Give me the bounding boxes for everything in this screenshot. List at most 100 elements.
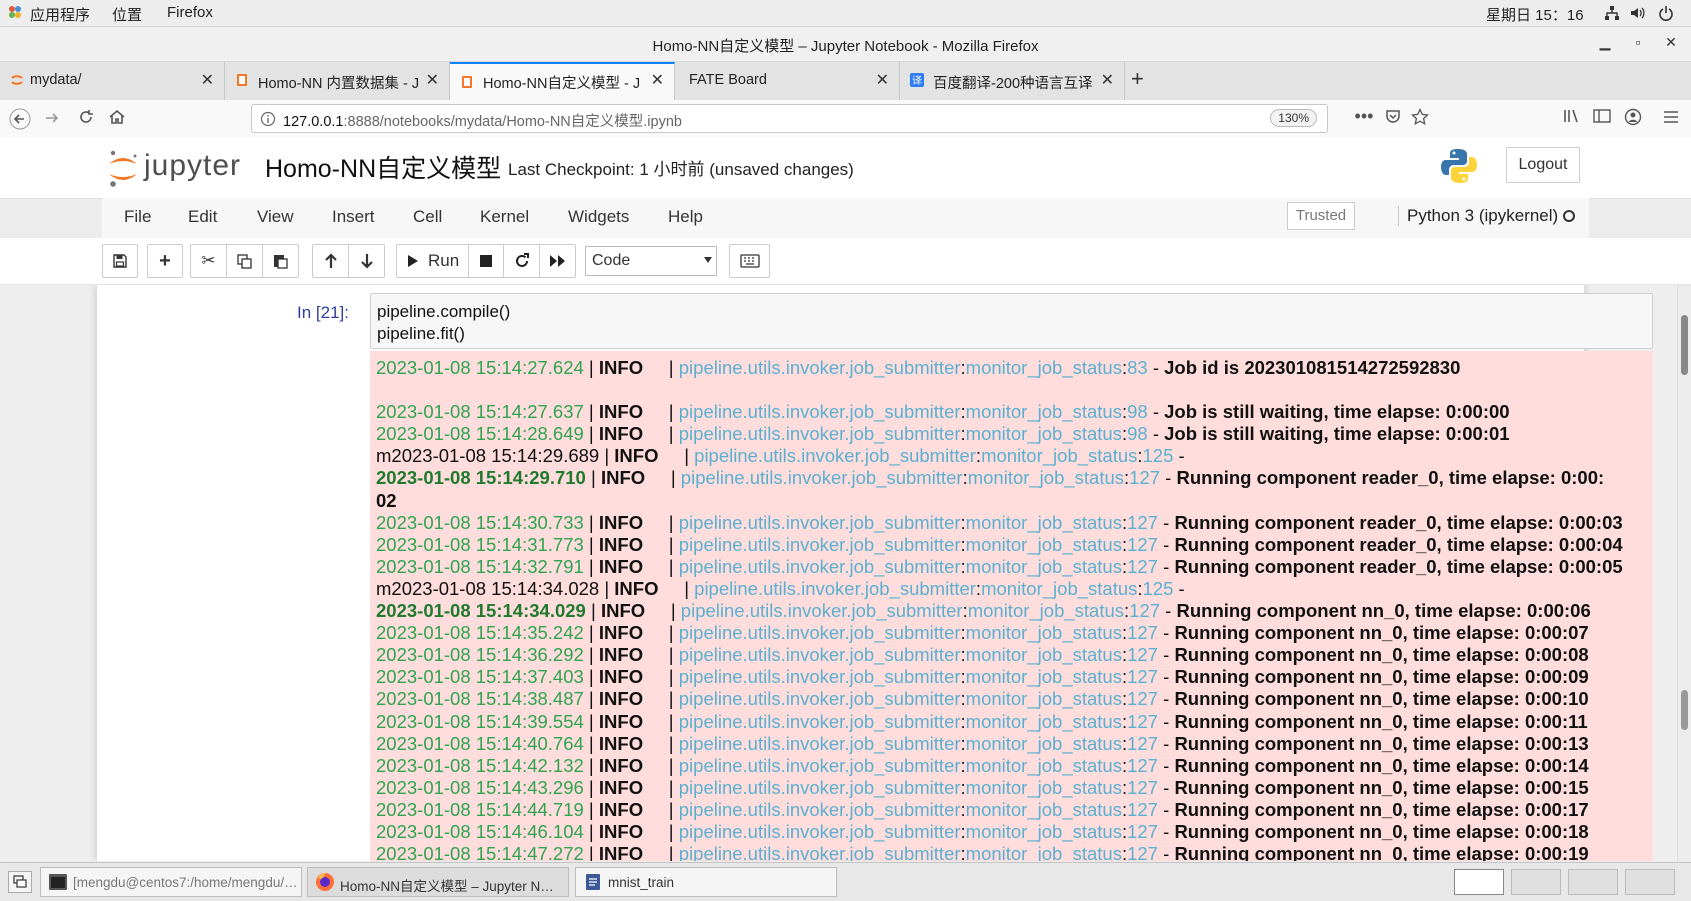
menu-help[interactable]: Help [668,207,703,227]
close-window-icon[interactable]: ✕ [1661,34,1681,54]
home-icon[interactable] [105,108,129,132]
menu-widgets[interactable]: Widgets [568,207,629,227]
log-module: pipeline.utils.invoker.job_submitter [678,555,961,577]
log-line-number: 83 [1127,357,1148,378]
log-function: monitor_job_status [965,622,1122,644]
page-actions-icon[interactable]: ••• [1352,106,1376,127]
insert-cell-button[interactable]: + [147,244,183,278]
tab-homo-nn-dataset[interactable]: Homo-NN 内置数据集 - J ✕ [225,62,450,100]
tab-baidu-translate[interactable]: 译 百度翻译-200种语言互译 ✕ [900,62,1125,100]
plus-icon: + [159,250,171,272]
cut-button[interactable]: ✂ [190,244,227,278]
page-scrollbar[interactable] [1677,285,1691,861]
close-tab-icon[interactable]: ✕ [201,70,214,90]
window-title: Homo-NN自定义模型 – Jupyter Notebook - Mozill… [652,38,1039,55]
menu-file[interactable]: File [124,207,151,227]
run-button[interactable]: Run [396,244,469,278]
tab-fate-board[interactable]: FATE Board ✕ [675,62,900,100]
log-timestamp: 2023-01-08 15:14:39.554 [376,710,584,732]
log-line-number: 127 [1127,666,1158,688]
pocket-icon[interactable] [1381,108,1405,130]
log-separator: | [658,445,695,467]
log-function: monitor_job_status [981,445,1138,467]
code-cell-input[interactable]: pipeline.compile() pipeline.fit() [370,293,1653,349]
log-message: Running component nn_0, time elapse: 0:0… [1174,821,1589,842]
network-icon[interactable] [1604,5,1620,25]
save-button[interactable] [102,244,138,278]
menu-kernel[interactable]: Kernel [480,207,529,227]
tab-homo-nn-custom-model[interactable]: Homo-NN自定义模型 - J ✕ [450,62,675,100]
menu-cell[interactable]: Cell [413,207,442,227]
back-icon[interactable] [8,108,32,136]
taskbar-firefox[interactable]: Homo-NN自定义模型 – Jupyter N… [307,867,569,897]
log-level: INFO [598,511,644,533]
workspace-2[interactable] [1511,869,1561,895]
apps-menu[interactable]: 应用程序 [30,4,90,25]
log-timestamp: 2023-01-08 15:14:28.649 [376,423,584,445]
bookmark-star-icon[interactable] [1408,107,1432,132]
notebook-name[interactable]: Homo-NN自定义模型 [265,149,501,185]
command-palette-button[interactable] [729,244,770,278]
workspace-3[interactable] [1568,869,1618,895]
zoom-level-button[interactable]: 130% [1270,109,1317,127]
url-text[interactable]: 127.0.0.1:8888/notebooks/mydata/Homo-NN自… [283,110,682,131]
log-separator: | [643,511,679,533]
cell-type-select[interactable]: Code [585,246,717,276]
hamburger-menu-icon[interactable] [1659,108,1683,130]
menu-view[interactable]: View [257,207,294,227]
interrupt-button[interactable] [468,244,504,278]
log-line-number: 98 [1127,423,1148,445]
log-module: pipeline.utils.invoker.job_submitter [678,511,961,533]
taskbar-text-editor[interactable]: mnist_train [575,867,837,897]
logout-button[interactable]: Logout [1506,147,1580,183]
restart-button[interactable] [503,244,540,278]
log-timestamp: 2023-01-08 15:14:47.272 [376,843,584,861]
sidebar-icon[interactable] [1590,108,1614,130]
menu-edit[interactable]: Edit [188,207,217,227]
close-tab-icon[interactable]: ✕ [651,70,664,90]
move-down-button[interactable] [348,244,385,278]
reload-icon[interactable] [74,108,98,132]
new-tab-icon[interactable]: + [1131,66,1144,92]
power-icon[interactable] [1658,5,1674,25]
log-separator: | [583,401,599,423]
log-message: Job id is 202301081514272592830 [1164,357,1461,378]
workspace-4[interactable] [1625,869,1675,895]
log-module: pipeline.utils.invoker.job_submitter [678,666,961,688]
copy-button[interactable] [226,244,263,278]
restart-run-all-button[interactable] [539,244,576,278]
account-icon[interactable] [1621,108,1645,132]
log-module: pipeline.utils.invoker.job_submitter [678,622,961,644]
output-scrollbar-thumb[interactable] [1681,690,1688,730]
minimize-icon[interactable]: ▁ [1595,34,1615,54]
log-timestamp: 2023-01-08 15:14:37.403 [376,666,584,688]
maximize-icon[interactable]: ▫ [1628,34,1648,54]
url-bar[interactable]: 127.0.0.1:8888/notebooks/mydata/Homo-NN自… [251,104,1328,133]
tab-bar: mydata/ ✕ Homo-NN 内置数据集 - J ✕ Homo-NN自定义… [0,62,1691,101]
library-icon[interactable] [1560,108,1584,130]
kernel-name[interactable]: Python 3 (ipykernel) [1398,206,1558,226]
close-tab-icon[interactable]: ✕ [1101,70,1114,90]
log-line-number: 127 [1127,622,1158,644]
firefox-menu[interactable]: Firefox [167,4,213,21]
close-tab-icon[interactable]: ✕ [876,70,889,90]
code-line: pipeline.compile() [377,302,511,321]
trusted-indicator[interactable]: Trusted [1287,202,1355,230]
scrollbar-thumb[interactable] [1681,315,1688,375]
move-up-button[interactable] [312,244,349,278]
menu-insert[interactable]: Insert [332,207,375,227]
taskbar-terminal[interactable]: [mengdu@centos7:/home/mengdu/… [40,867,302,897]
clock[interactable]: 星期日 15：16 [1486,4,1584,25]
tab-mydata[interactable]: mydata/ ✕ [0,62,225,100]
workspace-1[interactable] [1454,869,1504,895]
places-menu[interactable]: 位置 [112,4,142,25]
log-level: INFO [598,798,644,820]
forward-icon[interactable] [40,108,64,134]
apps-icon[interactable] [8,5,22,23]
info-icon[interactable] [260,111,276,132]
paste-button[interactable] [262,244,299,278]
close-tab-icon[interactable]: ✕ [426,70,439,90]
show-desktop-icon[interactable] [8,871,32,893]
log-line: 2023-01-08 15:14:38.487 | INFO | pipelin… [376,688,1589,710]
volume-icon[interactable] [1629,5,1645,25]
